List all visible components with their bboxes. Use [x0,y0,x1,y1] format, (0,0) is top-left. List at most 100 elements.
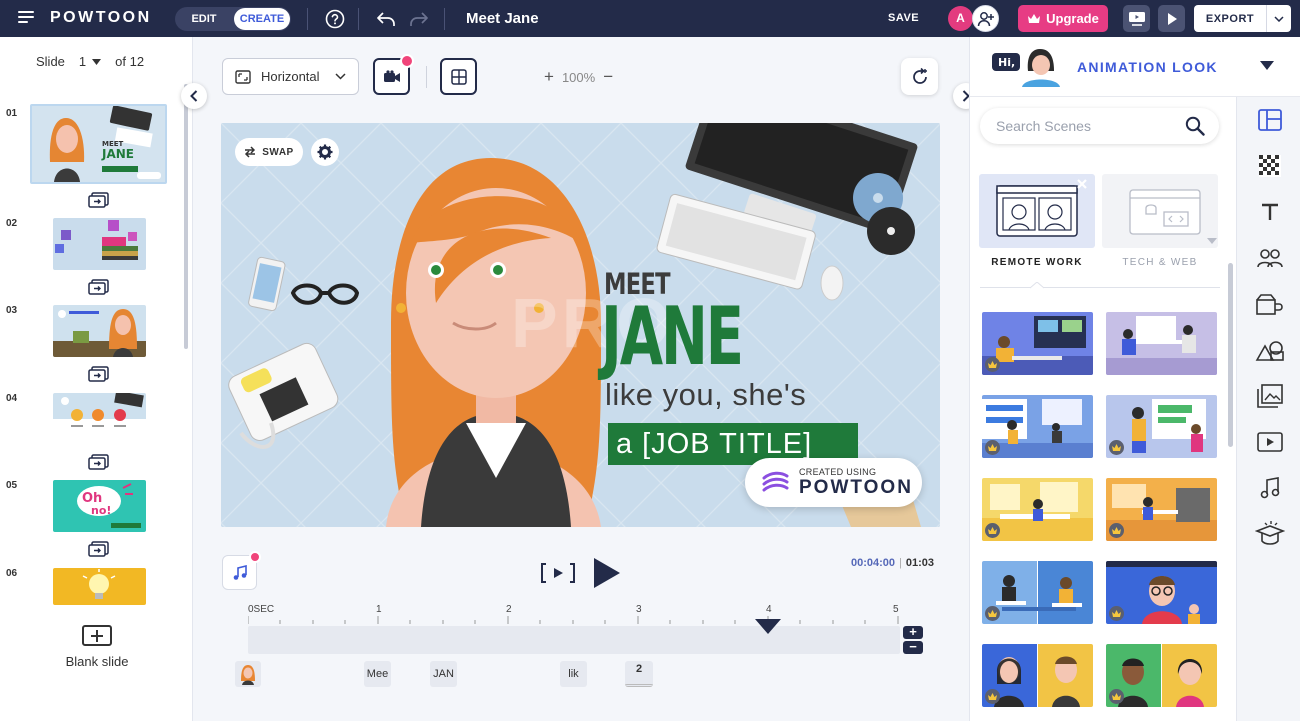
slide-text-tagline[interactable]: like you, she's [605,377,806,413]
scene-thumbnail[interactable] [982,561,1093,624]
created-using-brand: POWTOON [799,476,913,498]
add-collaborator-icon[interactable] [972,5,999,32]
search-input[interactable] [996,118,1166,134]
props-icon[interactable] [1255,289,1285,319]
record-video-button[interactable] [373,54,414,95]
music-icon[interactable] [1255,473,1285,503]
slide-stage[interactable]: PRO SWAP MEET JANE like you, she's a [JO… [221,123,940,527]
layer-chip-character[interactable] [235,661,261,687]
scene-thumbnail[interactable] [1106,478,1217,541]
library-panel: Hi, ANIMATION LOOK Search Scenes REMOTE … [969,37,1300,721]
export-button[interactable]: EXPORT [1194,5,1291,32]
swap-label: SWAP [262,146,294,158]
scene-thumbnail[interactable] [982,644,1093,707]
crown-icon [985,357,1000,372]
category-remote-work[interactable] [979,174,1095,248]
timeline-track[interactable] [248,626,900,654]
orientation-label: Horizontal [261,69,320,84]
zoom-in-icon[interactable]: + [544,67,554,87]
slide-thumbnail[interactable] [53,218,146,270]
slides-scrollbar[interactable] [184,84,188,349]
chevron-down-icon[interactable] [1266,5,1291,32]
slide-counter: Slide 1 of 12 [36,54,144,69]
present-button[interactable] [1123,5,1150,32]
caret-down-icon[interactable] [1260,61,1274,70]
shapes-icon[interactable] [1255,335,1285,365]
slide-thumbnail[interactable] [53,568,146,605]
mode-create-button[interactable]: CREATE [234,8,290,30]
collapse-slides-button[interactable] [181,83,207,109]
scene-settings-button[interactable] [311,138,339,166]
timeline-ruler[interactable]: 0SEC 1 2 3 4 5 [248,604,900,624]
caret-down-icon [92,58,102,65]
style-selector[interactable]: Hi, ANIMATION LOOK [970,37,1300,97]
slide-text-jane[interactable]: JANE [601,297,744,377]
blank-slide-button[interactable]: Blank slide [52,625,142,669]
slide-number: 05 [6,480,18,491]
premium-badge-icon [249,551,261,563]
slide-number-select[interactable]: 1 [75,54,105,69]
layer-chip[interactable]: Mee [364,661,391,687]
transition-icon[interactable] [88,192,112,208]
slide-thumbnail[interactable] [53,393,146,445]
layer-chip[interactable]: 2 [625,661,653,687]
swap-icon [245,146,256,158]
category-label: TECH & WEB [1122,257,1198,268]
swap-button[interactable]: SWAP [235,138,303,166]
svg-text:JANE: JANE [101,147,134,161]
playhead-marker[interactable] [755,619,781,634]
transition-icon[interactable] [88,366,112,382]
scene-thumbnail[interactable] [1106,561,1217,624]
rotate-button[interactable] [901,58,938,95]
category-tech-web[interactable] [1102,174,1218,248]
layer-chip[interactable]: lik [560,661,587,687]
slide-number: 02 [6,218,18,229]
crown-icon [985,523,1000,538]
scene-thumbnail[interactable] [982,312,1093,375]
layout-icon[interactable] [1255,105,1285,135]
learning-icon[interactable] [1255,519,1285,549]
scene-search [980,108,1219,144]
scene-thumbnail[interactable] [982,478,1093,541]
slide-thumbnail[interactable]: Oh no! [53,480,146,532]
scene-thumbnail[interactable] [1106,395,1217,458]
help-icon[interactable] [323,7,347,31]
upgrade-button[interactable]: Upgrade [1018,5,1108,32]
created-using-badge: CREATED USING POWTOON [745,458,922,507]
zoom-out-icon[interactable]: − [603,67,613,87]
layer-chip[interactable]: JAN [430,661,457,687]
preview-play-button[interactable] [1158,5,1185,32]
undo-icon[interactable] [374,7,398,31]
user-avatar[interactable]: A [948,6,973,31]
timeline-zoom-in-button[interactable]: + [903,625,923,639]
crown-icon [1109,440,1124,455]
slide-thumbnail[interactable] [53,305,146,357]
add-music-button[interactable] [222,551,261,590]
brand-logo[interactable]: POWTOON [50,9,152,27]
play-from-slide-icon[interactable] [540,562,576,584]
scene-thumbnail[interactable] [1106,312,1217,375]
transition-icon[interactable] [88,454,112,470]
redo-icon[interactable] [407,7,431,31]
media-icon[interactable] [1255,381,1285,411]
timeline-zoom-out-button[interactable]: − [903,640,923,654]
mode-edit-button[interactable]: EDIT [176,8,232,30]
orientation-dropdown[interactable]: Horizontal [222,58,359,95]
library-scrollbar[interactable] [1228,263,1233,447]
play-icon[interactable] [592,557,622,589]
slide-thumbnail[interactable]: MEET JANE [30,104,167,184]
video-icon[interactable] [1255,427,1285,457]
transition-icon[interactable] [88,279,112,295]
export-label: EXPORT [1205,12,1255,25]
scene-thumbnail[interactable] [982,395,1093,458]
project-title[interactable]: Meet Jane [466,10,539,27]
scene-thumbnail[interactable] [1106,644,1217,707]
search-icon[interactable] [1185,116,1205,136]
characters-icon[interactable] [1255,243,1285,273]
text-icon[interactable] [1255,197,1285,227]
pattern-icon[interactable] [1255,151,1285,181]
save-button[interactable]: SAVE [888,12,919,24]
transition-icon[interactable] [88,541,112,557]
menu-icon[interactable] [18,11,34,25]
grid-button[interactable] [440,58,477,95]
